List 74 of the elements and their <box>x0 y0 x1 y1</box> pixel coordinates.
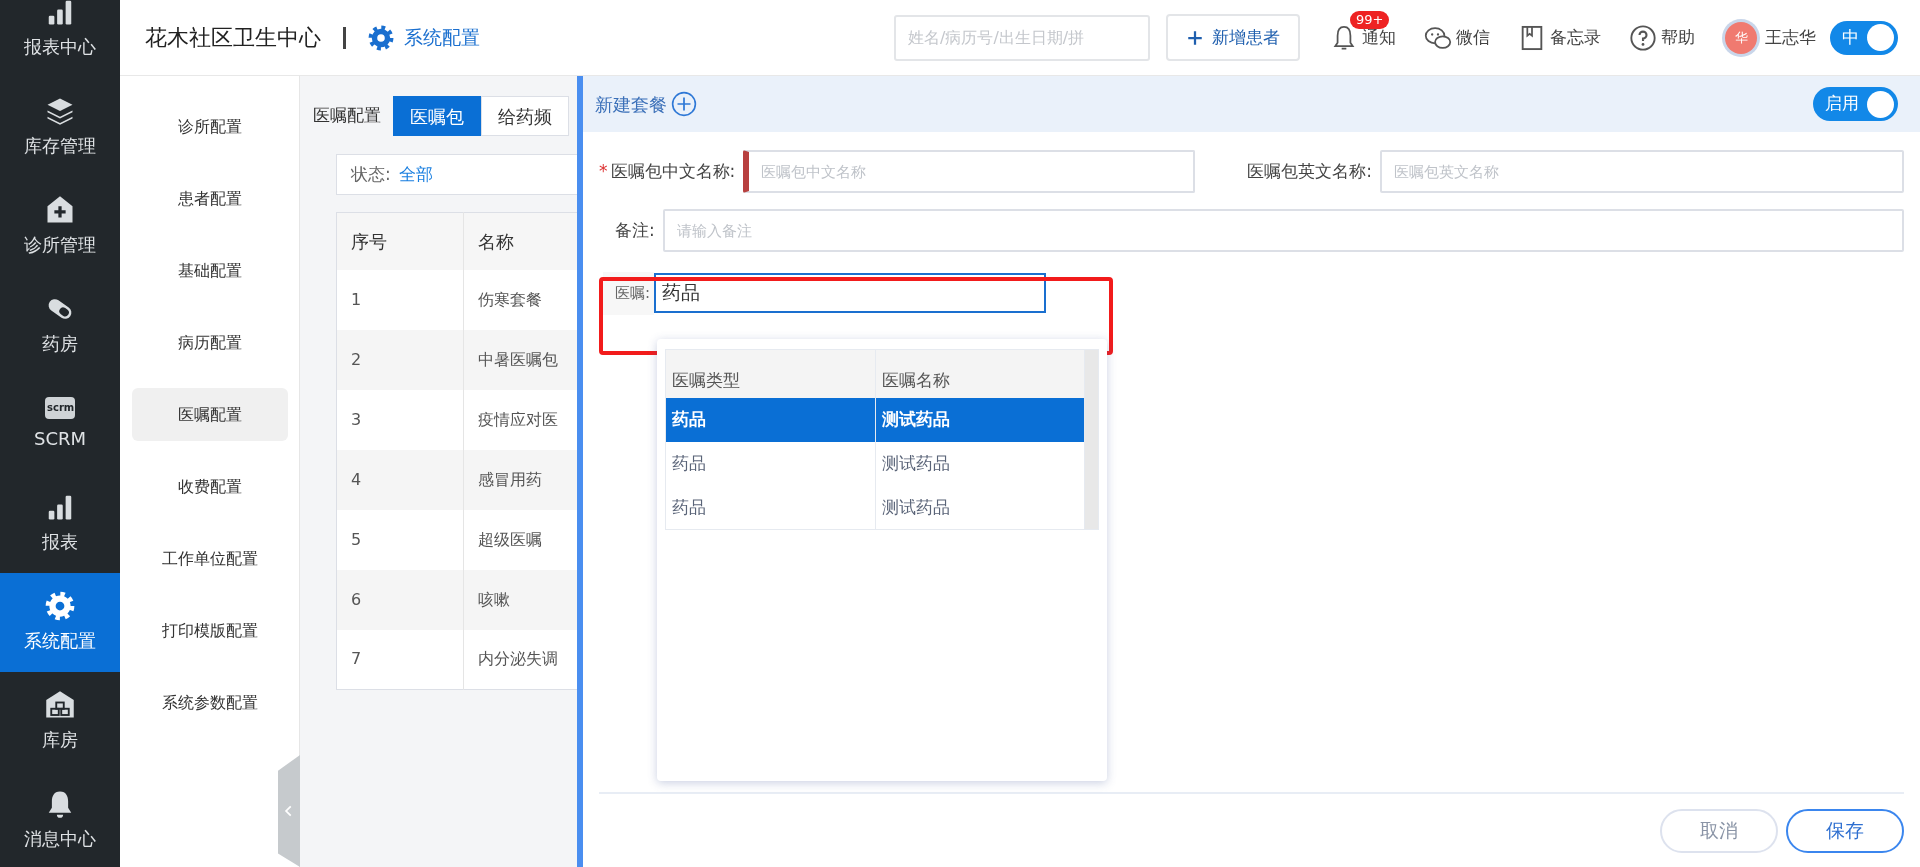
add-patient-button[interactable]: 新增患者 <box>1166 14 1300 61</box>
table-cell: 2 <box>336 329 464 390</box>
table-cell: 1 <box>336 269 464 330</box>
scrm-logo: scrm <box>45 397 75 419</box>
field-label: 医嘱: <box>603 272 655 315</box>
gear-icon <box>368 24 394 51</box>
text-input[interactable]: 医嘱包英文名称 <box>1379 150 1904 193</box>
config-menu-item[interactable]: 医嘱配置 <box>132 388 288 441</box>
tab[interactable]: 医嘱包 <box>393 96 481 136</box>
config-menu-item[interactable]: 患者配置 <box>132 172 288 225</box>
suggestion-row[interactable]: 药品 测试药品 <box>665 441 1099 486</box>
avatar: 华 <box>1725 21 1757 54</box>
column-header: 名称 <box>463 212 577 270</box>
config-menu-item[interactable]: 系统参数配置 <box>132 676 288 729</box>
column-header: 序号 <box>336 212 464 270</box>
warehouse-icon <box>45 690 75 720</box>
table-cell: 4 <box>336 449 464 510</box>
app-title: 花木社区卫生中心 <box>145 24 321 52</box>
sidebar-item[interactable]: 库房 <box>0 672 120 771</box>
plus-icon <box>1186 28 1204 47</box>
config-menu-item[interactable]: 诊所配置 <box>132 100 288 153</box>
field-label: 备注: <box>615 218 655 242</box>
table-cell: 7 <box>336 629 464 690</box>
sidebar-item[interactable]: 库存管理 <box>0 78 120 177</box>
language-toggle[interactable]: 中 <box>1830 20 1898 55</box>
page-label: 医嘱配置 <box>313 104 381 128</box>
collapse-handle[interactable] <box>278 755 300 867</box>
user-name: 王志华 <box>1765 25 1816 49</box>
table-cell: 6 <box>336 569 464 630</box>
sidebar-item[interactable]: 药房 <box>0 276 120 375</box>
config-menu-item[interactable]: 病历配置 <box>132 316 288 369</box>
sidebar-item[interactable]: 报表 <box>0 474 120 573</box>
tab[interactable]: 给药频 <box>481 96 569 136</box>
suggestion-row[interactable]: 药品 测试药品 <box>665 397 1099 442</box>
layers-icon <box>45 96 75 126</box>
table-cell: 感冒用药 <box>463 449 577 510</box>
header-action[interactable]: 备忘录 <box>1512 22 1607 53</box>
config-menu-item[interactable]: 基础配置 <box>132 244 288 297</box>
field-label: 医嘱包英文名称: <box>1247 159 1372 183</box>
config-menu-item[interactable]: 打印模版配置 <box>132 604 288 657</box>
save-button[interactable]: 保存 <box>1786 808 1904 853</box>
table-cell: 5 <box>336 509 464 570</box>
sidebar-item[interactable]: 诊所管理 <box>0 177 120 276</box>
status-filter[interactable]: 状态: 全部 <box>336 154 577 195</box>
header-action[interactable]: 微信 <box>1418 22 1496 53</box>
remark-input[interactable]: 请输入备注 <box>662 209 1904 252</box>
sidebar-item[interactable]: 报表中心 <box>0 0 120 78</box>
header-action[interactable]: 帮助 <box>1623 22 1701 53</box>
field-label: * 医嘱包中文名称: <box>599 159 736 183</box>
column-header: 医嘱名称 <box>875 349 1085 398</box>
sidebar-item[interactable]: scrm SCRM <box>0 375 120 474</box>
help-icon <box>1629 23 1657 52</box>
table-cell: 中暑医嘱包 <box>463 329 577 390</box>
sidebar-item[interactable]: 系统配置 <box>0 573 120 672</box>
suggestion-row[interactable]: 药品 测试药品 <box>665 485 1099 530</box>
text-input[interactable]: 医嘱包中文名称 <box>743 150 1196 193</box>
config-menu-item[interactable]: 收费配置 <box>132 460 288 513</box>
panel-title: 新建套餐 <box>595 92 667 117</box>
gear-icon <box>45 591 75 621</box>
table-cell: 咳嗽 <box>463 569 577 630</box>
notification-count: 99+ <box>1350 10 1390 29</box>
section-title: 系统配置 <box>404 25 480 51</box>
title-divider <box>343 26 346 49</box>
house-plus-icon <box>45 195 75 225</box>
plus-circle-icon <box>671 91 697 117</box>
required-mark: * <box>599 160 608 181</box>
config-menu-item[interactable]: 工作单位配置 <box>132 532 288 585</box>
column-header: 医嘱类型 <box>665 349 875 398</box>
search-field[interactable]: 姓名/病历号/出生日期/拼 <box>894 14 1150 61</box>
table-cell: 3 <box>336 389 464 450</box>
sidebar-item[interactable]: 消息中心 <box>0 771 120 867</box>
add-button[interactable] <box>671 91 697 117</box>
order-search-input[interactable]: 药品 <box>654 273 1047 314</box>
enable-toggle[interactable]: 启用 <box>1813 87 1898 121</box>
